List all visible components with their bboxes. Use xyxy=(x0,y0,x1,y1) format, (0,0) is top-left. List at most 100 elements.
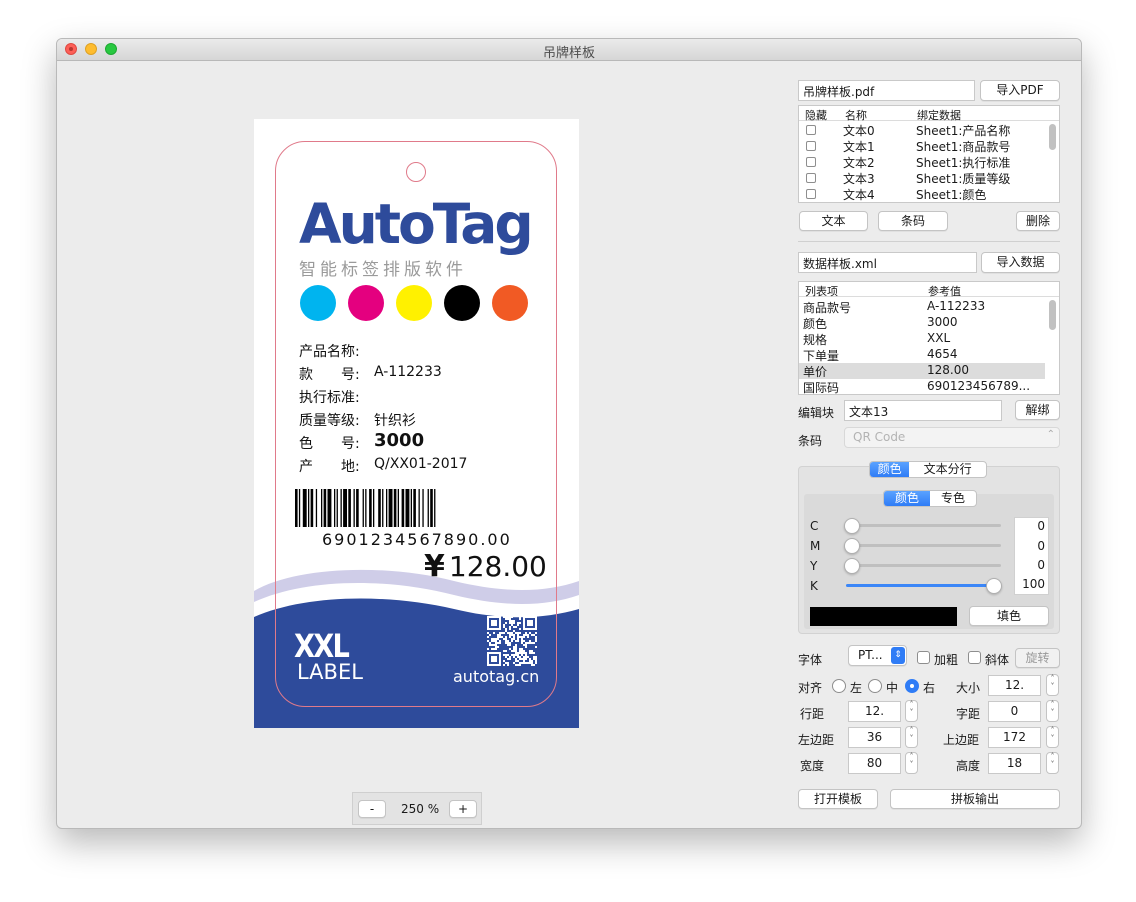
qr-module xyxy=(513,622,515,624)
tag-canvas[interactable]: AutoTag 智能标签排版软件 产品名称: 款 号: A-112233 执行标… xyxy=(254,119,579,728)
data-row[interactable]: 商品款号 A-112233 xyxy=(799,299,1045,315)
data-row-selected[interactable]: 单价 128.00 xyxy=(799,363,1045,379)
cmyk-m-value[interactable]: 0 xyxy=(1037,539,1045,553)
hide-checkbox[interactable] xyxy=(806,141,816,151)
cmyk-k-knob[interactable] xyxy=(986,578,1002,594)
qr-module xyxy=(499,632,501,634)
qr-module xyxy=(525,642,527,644)
height-stepper[interactable]: ˄ ˅ xyxy=(1046,752,1059,774)
tab-process-color[interactable]: 颜色 xyxy=(884,491,930,506)
barcode-bar xyxy=(295,489,298,527)
zoom-out-button[interactable]: - xyxy=(358,800,386,818)
left-margin-field[interactable]: 36 xyxy=(848,727,901,748)
cmyk-k-value[interactable]: 100 xyxy=(1022,577,1045,591)
tag-field-origin[interactable]: 产 地: Q/XX01-2017 xyxy=(299,456,467,476)
qr-module xyxy=(515,644,517,646)
barcode-bar xyxy=(413,489,416,527)
line-spacing-stepper[interactable]: ˄ ˅ xyxy=(905,700,918,722)
qr-module xyxy=(523,662,525,664)
zoom-in-button[interactable]: + xyxy=(449,800,477,818)
hide-checkbox[interactable] xyxy=(806,125,816,135)
layers-table[interactable]: 隐藏 名称 绑定数据 文本0 Sheet1:产品名称 文本1 Sheet1:商品… xyxy=(798,105,1060,203)
height-field[interactable]: 18 xyxy=(988,753,1041,774)
add-barcode-button[interactable]: 条码 xyxy=(878,211,948,231)
open-template-button[interactable]: 打开模板 xyxy=(798,789,878,809)
font-select[interactable]: PT... ⇕ xyxy=(848,645,907,666)
tab-text-wrap[interactable]: 文本分行 xyxy=(909,462,986,477)
export-imposition-button[interactable]: 拼板输出 xyxy=(890,789,1060,809)
delete-button[interactable]: 删除 xyxy=(1016,211,1060,231)
cmyk-m-slider[interactable] xyxy=(846,544,1001,547)
cmyk-y-knob[interactable] xyxy=(844,558,860,574)
font-size-stepper[interactable]: ˄ ˅ xyxy=(1046,674,1059,696)
qr-module xyxy=(491,644,493,646)
cmyk-c-slider[interactable] xyxy=(846,524,1001,527)
layer-row[interactable]: 文本4 Sheet1:颜色 xyxy=(799,186,1045,202)
cmyk-y-value[interactable]: 0 xyxy=(1037,558,1045,572)
add-text-button[interactable]: 文本 xyxy=(799,211,868,231)
hide-checkbox[interactable] xyxy=(806,173,816,183)
qr-module xyxy=(507,642,509,644)
layers-scrollbar[interactable] xyxy=(1049,124,1056,150)
tag-field-grade[interactable]: 质量等级: 针织衫 xyxy=(299,410,416,430)
width-stepper[interactable]: ˄ ˅ xyxy=(905,752,918,774)
top-margin-field[interactable]: 172 xyxy=(988,727,1041,748)
hide-checkbox[interactable] xyxy=(806,157,816,167)
left-margin-stepper[interactable]: ˄ ˅ xyxy=(905,726,918,748)
data-row[interactable]: 下单量 4654 xyxy=(799,347,1045,363)
qr-module xyxy=(495,638,497,640)
align-right-radio[interactable] xyxy=(905,679,919,693)
char-spacing-stepper[interactable]: ˄ ˅ xyxy=(1046,700,1059,722)
align-left-radio[interactable] xyxy=(832,679,846,693)
qr-module xyxy=(517,664,519,666)
line-spacing-field[interactable]: 12. xyxy=(848,701,901,722)
barcode-type-select[interactable]: QR Code ⌃ xyxy=(844,427,1060,448)
barcode[interactable] xyxy=(295,489,543,527)
layer-row[interactable]: 文本3 Sheet1:质量等级 xyxy=(799,170,1045,186)
fill-color-swatch[interactable] xyxy=(810,607,957,626)
bold-checkbox[interactable] xyxy=(917,651,930,664)
tab-spot-color[interactable]: 专色 xyxy=(930,491,976,506)
cmyk-y-slider[interactable] xyxy=(846,564,1001,567)
top-margin-stepper[interactable]: ˄ ˅ xyxy=(1046,726,1059,748)
layer-row[interactable]: 文本1 Sheet1:商品款号 xyxy=(799,138,1045,154)
qr-module xyxy=(525,662,527,664)
barcode-bar xyxy=(353,489,355,527)
data-row[interactable]: 规格 XXL xyxy=(799,331,1045,347)
tag-field-product-name[interactable]: 产品名称: xyxy=(299,341,360,361)
cmyk-m-knob[interactable] xyxy=(844,538,860,554)
data-scrollbar[interactable] xyxy=(1049,300,1056,330)
layer-row[interactable]: 文本2 Sheet1:执行标准 xyxy=(799,154,1045,170)
data-table[interactable]: 列表项 参考值 商品款号 A-112233 颜色 3000 规格 XXL 下单量… xyxy=(798,281,1060,395)
qr-module xyxy=(491,638,493,640)
italic-checkbox[interactable] xyxy=(968,651,981,664)
tag-field-standard[interactable]: 执行标准: xyxy=(299,387,360,407)
hide-checkbox[interactable] xyxy=(806,189,816,199)
data-row[interactable]: 国际码 690123456789... xyxy=(799,379,1045,394)
qr-module xyxy=(499,634,501,636)
width-field[interactable]: 80 xyxy=(848,753,901,774)
char-spacing-field[interactable]: 0 xyxy=(988,701,1041,722)
brand-slogan: 智能标签排版软件 xyxy=(299,260,467,280)
cmyk-c-value[interactable]: 0 xyxy=(1037,519,1045,533)
data-row[interactable]: 颜色 3000 xyxy=(799,315,1045,331)
data-file-field[interactable]: 数据样板.xml xyxy=(798,252,977,273)
import-data-button[interactable]: 导入数据 xyxy=(981,252,1060,273)
price[interactable]: ¥128.00 xyxy=(424,549,547,584)
tab-color[interactable]: 颜色 xyxy=(870,462,910,477)
import-pdf-button[interactable]: 导入PDF xyxy=(980,80,1060,101)
rotate-button[interactable]: 旋转 xyxy=(1015,648,1060,668)
cmyk-c-knob[interactable] xyxy=(844,518,860,534)
fill-color-button[interactable]: 填色 xyxy=(969,606,1049,626)
layer-row[interactable]: 文本0 Sheet1:产品名称 xyxy=(799,122,1045,138)
edit-block-field[interactable]: 文本13 xyxy=(844,400,1002,421)
cmyk-k-slider[interactable] xyxy=(846,584,1001,587)
unbind-button[interactable]: 解绑 xyxy=(1015,400,1060,420)
tag-field-style-no[interactable]: 款 号: A-112233 xyxy=(299,364,442,384)
qr-code[interactable] xyxy=(487,616,537,666)
font-size-field[interactable]: 12. xyxy=(988,675,1041,696)
align-center-radio[interactable] xyxy=(868,679,882,693)
qr-module xyxy=(527,636,529,638)
pdf-file-field[interactable]: 吊牌样板.pdf xyxy=(798,80,975,101)
tag-field-color-no[interactable]: 色 号: 3000 xyxy=(299,430,424,453)
